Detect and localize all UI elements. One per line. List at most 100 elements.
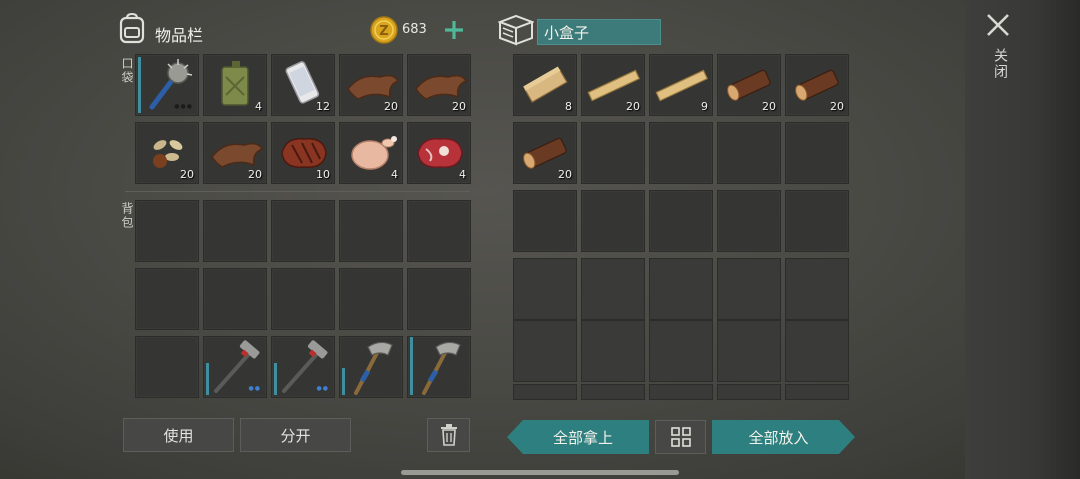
close-icon bbox=[987, 14, 1009, 36]
container-slot[interactable] bbox=[581, 190, 645, 252]
container-slot[interactable]: 20 bbox=[513, 122, 577, 184]
item-count: 20 bbox=[762, 100, 776, 113]
backpack-slot[interactable]: ●● bbox=[203, 336, 267, 398]
pocket-slot[interactable]: 20 bbox=[135, 122, 199, 184]
container-slot[interactable] bbox=[649, 190, 713, 252]
section-divider bbox=[125, 191, 470, 192]
pocket-slot[interactable]: 10 bbox=[271, 122, 335, 184]
container-slot[interactable] bbox=[513, 190, 577, 252]
container-slot[interactable]: 8 bbox=[513, 54, 577, 116]
backpack-slot[interactable] bbox=[271, 268, 335, 330]
svg-text:Z: Z bbox=[379, 24, 388, 39]
backpack-slot[interactable] bbox=[203, 200, 267, 262]
close-label: 关闭 bbox=[992, 48, 1008, 80]
take-all-label: 全部拿上 bbox=[552, 428, 613, 447]
backpack-slot[interactable] bbox=[339, 200, 403, 262]
pocket-slot[interactable]: ●●● bbox=[135, 54, 199, 116]
container-slot[interactable] bbox=[785, 320, 849, 382]
home-indicator bbox=[401, 470, 679, 475]
backpack-slot[interactable] bbox=[339, 268, 403, 330]
backpack-slot[interactable] bbox=[135, 268, 199, 330]
put-all-label: 全部放入 bbox=[748, 428, 809, 447]
inventory-title: 物品栏 bbox=[155, 26, 204, 45]
backpack-slot[interactable] bbox=[339, 336, 403, 398]
backpack-slot[interactable]: ●● bbox=[271, 336, 335, 398]
item-count: 20 bbox=[180, 168, 194, 181]
container-slot[interactable] bbox=[581, 320, 645, 382]
container-slot[interactable] bbox=[513, 320, 577, 382]
container-slot[interactable] bbox=[649, 258, 713, 320]
trash-button[interactable] bbox=[427, 418, 470, 452]
item-count: 20 bbox=[626, 100, 640, 113]
container-slot[interactable] bbox=[513, 258, 577, 320]
sort-button[interactable] bbox=[655, 420, 706, 454]
backpack-slot[interactable] bbox=[407, 200, 471, 262]
container-slot[interactable]: 9 bbox=[649, 54, 713, 116]
item-count: 20 bbox=[830, 100, 844, 113]
container-slot[interactable] bbox=[785, 384, 849, 400]
container-slot[interactable] bbox=[649, 122, 713, 184]
pocket-slot[interactable]: 20 bbox=[339, 54, 403, 116]
grid-icon bbox=[670, 427, 691, 447]
item-count: 20 bbox=[452, 100, 466, 113]
item-count: 4 bbox=[255, 100, 262, 113]
hatchet-icon bbox=[422, 341, 461, 395]
container-slot[interactable] bbox=[785, 122, 849, 184]
container-slot[interactable]: 20 bbox=[717, 54, 781, 116]
container-name-field[interactable]: 小盒子 bbox=[537, 19, 661, 45]
item-count: 12 bbox=[316, 100, 330, 113]
container-slot[interactable]: 20 bbox=[581, 54, 645, 116]
item-count: 20 bbox=[558, 168, 572, 181]
item-count: 8 bbox=[565, 100, 572, 113]
container-slot[interactable] bbox=[717, 190, 781, 252]
backpack-slot[interactable] bbox=[135, 336, 199, 398]
trash-icon bbox=[440, 424, 457, 446]
container-slot[interactable] bbox=[785, 190, 849, 252]
pocket-slot[interactable]: 4 bbox=[203, 54, 267, 116]
container-slot[interactable] bbox=[581, 122, 645, 184]
item-count: 4 bbox=[391, 168, 398, 181]
backpack-slot[interactable] bbox=[407, 336, 471, 398]
box-icon bbox=[498, 14, 534, 46]
backpack-icon bbox=[119, 12, 145, 44]
take-all-button[interactable]: 全部拿上 bbox=[507, 420, 649, 454]
container-slot[interactable] bbox=[717, 320, 781, 382]
add-coins-button[interactable] bbox=[440, 16, 468, 44]
quality-dots: ●●● bbox=[174, 103, 193, 110]
quality-dots: ●● bbox=[316, 385, 329, 392]
backpack-label: 背包 bbox=[120, 202, 134, 230]
pocket-label: 口袋 bbox=[120, 57, 134, 85]
backpack-slot[interactable] bbox=[407, 268, 471, 330]
item-count: 4 bbox=[459, 168, 466, 181]
pocket-slot[interactable]: 4 bbox=[339, 122, 403, 184]
pocket-slot[interactable]: 20 bbox=[407, 54, 471, 116]
container-slot[interactable]: 20 bbox=[785, 54, 849, 116]
pocket-slot[interactable]: 12 bbox=[271, 54, 335, 116]
use-button[interactable]: 使用 bbox=[123, 418, 234, 452]
container-slot[interactable] bbox=[717, 122, 781, 184]
item-count: 20 bbox=[384, 100, 398, 113]
pocket-slot[interactable]: 20 bbox=[203, 122, 267, 184]
pocket-slot[interactable]: 4 bbox=[407, 122, 471, 184]
split-button[interactable]: 分开 bbox=[240, 418, 351, 452]
container-slot[interactable] bbox=[581, 258, 645, 320]
item-count: 9 bbox=[701, 100, 708, 113]
coin-count: 683 bbox=[402, 22, 427, 37]
container-slot[interactable] bbox=[785, 258, 849, 320]
backpack-slot[interactable] bbox=[135, 200, 199, 262]
backpack-slot[interactable] bbox=[203, 268, 267, 330]
container-slot[interactable] bbox=[513, 384, 577, 400]
container-slot[interactable] bbox=[717, 258, 781, 320]
quality-dots: ●● bbox=[248, 385, 261, 392]
plus-icon bbox=[445, 21, 463, 39]
container-slot[interactable] bbox=[649, 320, 713, 382]
put-all-button[interactable]: 全部放入 bbox=[712, 420, 855, 454]
container-slot[interactable] bbox=[649, 384, 713, 400]
container-slot[interactable] bbox=[717, 384, 781, 400]
close-button[interactable]: 关闭 bbox=[983, 8, 1013, 98]
container-slot[interactable] bbox=[581, 384, 645, 400]
backpack-slot[interactable] bbox=[271, 200, 335, 262]
item-count: 20 bbox=[248, 168, 262, 181]
container-name: 小盒子 bbox=[544, 23, 590, 42]
item-count: 10 bbox=[316, 168, 330, 181]
